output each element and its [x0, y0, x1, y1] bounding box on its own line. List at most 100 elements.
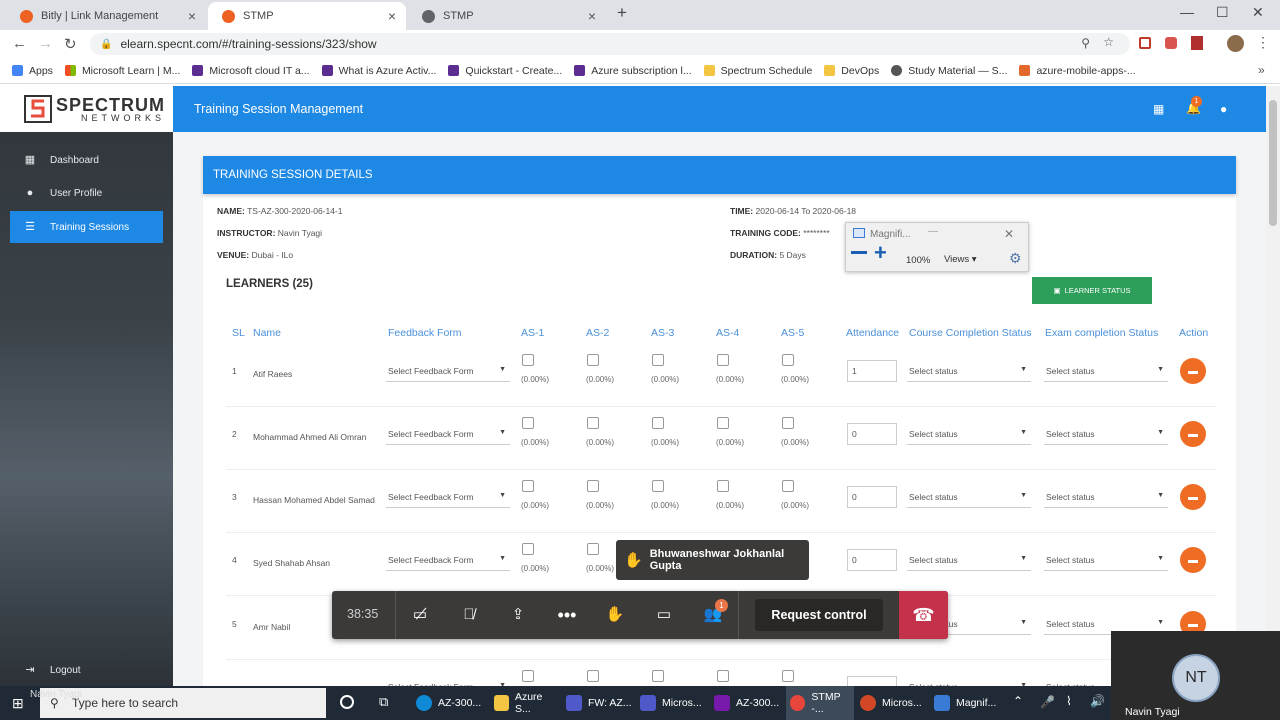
as2-checkbox[interactable] — [587, 480, 599, 492]
as3-checkbox[interactable] — [652, 670, 664, 682]
comment-action-button[interactable]: ▬ — [1180, 484, 1206, 510]
more-bookmarks-icon[interactable]: » — [1258, 63, 1265, 77]
attendance-input[interactable]: 1 — [847, 360, 897, 382]
close-icon[interactable]: × — [588, 8, 596, 24]
maximize-icon[interactable]: ☐ — [1216, 4, 1229, 21]
mic-off-icon[interactable]: 🎙̸ — [457, 603, 481, 627]
browser-tab-stmp[interactable]: STMP × — [408, 2, 606, 30]
windows-start-icon[interactable]: ⊞ — [12, 695, 24, 712]
bookmark-folder[interactable]: DevOps — [824, 65, 879, 77]
chevron-up-icon[interactable]: ⌃ — [1013, 694, 1023, 708]
bookmark-item[interactable]: Study Material — S... — [891, 65, 1007, 77]
as2-checkbox[interactable] — [587, 670, 599, 682]
browser-tab-bitly[interactable]: Bitly | Link Management × — [6, 2, 206, 30]
hang-up-button[interactable]: ☎ — [899, 591, 948, 639]
scrollbar-thumb[interactable] — [1269, 100, 1277, 226]
star-icon[interactable]: ☆ — [1103, 35, 1114, 49]
as2-checkbox[interactable] — [587, 354, 599, 366]
pdf-extension-icon[interactable] — [1191, 36, 1203, 50]
exam-completion-select[interactable]: Select status ▼ — [1044, 360, 1168, 382]
as3-checkbox[interactable] — [652, 417, 664, 429]
close-icon[interactable]: × — [188, 8, 196, 24]
exam-completion-select[interactable]: Select status ▼ — [1044, 549, 1168, 571]
close-icon[interactable]: × — [388, 8, 396, 24]
as3-checkbox[interactable] — [652, 480, 664, 492]
url-field[interactable]: 🔒 elearn.specnt.com/#/training-sessions/… — [90, 33, 1130, 55]
cortana-icon[interactable] — [340, 695, 354, 709]
as1-checkbox[interactable] — [522, 354, 534, 366]
page-scrollbar[interactable] — [1266, 86, 1280, 686]
user-menu-icon[interactable]: ● — [1220, 102, 1227, 116]
as4-checkbox[interactable] — [717, 480, 729, 492]
as1-checkbox[interactable] — [522, 480, 534, 492]
taskbar-item-chrome[interactable]: STMP -... — [786, 686, 854, 720]
taskbar-item-teams-fw[interactable]: FW: AZ... — [562, 686, 634, 720]
window-close-icon[interactable]: ✕ — [1252, 4, 1264, 21]
course-completion-select[interactable]: Select status ▼ — [907, 549, 1031, 571]
magnifier-views-menu[interactable]: Views ▾ — [944, 254, 977, 265]
attendance-input[interactable]: 0 — [847, 486, 897, 508]
as2-checkbox[interactable] — [587, 417, 599, 429]
as1-checkbox[interactable] — [522, 670, 534, 682]
sidebar-item-training-sessions[interactable]: ☰ Training Sessions — [10, 211, 163, 243]
zoom-out-icon[interactable] — [851, 251, 867, 254]
as5-checkbox[interactable] — [782, 417, 794, 429]
taskbar-item-onenote[interactable]: AZ-300... — [710, 686, 784, 720]
as4-checkbox[interactable] — [717, 670, 729, 682]
taskbar-item-explorer[interactable]: Azure S... — [490, 686, 558, 720]
taskbar-item-magnifier[interactable]: Magnif... — [930, 686, 1004, 720]
comment-action-button[interactable]: ▬ — [1180, 421, 1206, 447]
sidebar-item-dashboard[interactable]: ▦ Dashboard — [10, 144, 163, 176]
bookmark-apps[interactable]: Apps — [12, 65, 53, 77]
new-tab-icon[interactable]: + — [617, 3, 627, 23]
task-view-icon[interactable]: ⧉ — [379, 694, 388, 710]
more-options-icon[interactable]: ••• — [555, 603, 579, 627]
camera-off-icon[interactable]: ▭̸ — [408, 603, 432, 627]
back-arrow-icon[interactable]: ← — [12, 35, 27, 52]
learner-status-button[interactable]: ▣ LEARNER STATUS — [1032, 277, 1152, 304]
as4-checkbox[interactable] — [717, 354, 729, 366]
menu-kebab-icon[interactable]: ⋮ — [1256, 34, 1270, 51]
volume-icon[interactable]: 🔊 — [1090, 694, 1105, 708]
raise-hand-icon[interactable]: ✋ — [603, 603, 627, 627]
gear-icon[interactable]: ⚙ — [1009, 250, 1022, 267]
taskbar-item-edge[interactable]: AZ-300... — [412, 686, 490, 720]
taskbar-item-powerpoint[interactable]: Micros... — [856, 686, 928, 720]
as4-checkbox[interactable] — [717, 417, 729, 429]
as1-checkbox[interactable] — [522, 417, 534, 429]
close-icon[interactable]: ✕ — [1004, 227, 1014, 241]
chat-icon[interactable]: ▭ — [652, 603, 676, 627]
exam-completion-select[interactable]: Select status ▼ — [1044, 423, 1168, 445]
microphone-icon[interactable]: 🎤 — [1040, 695, 1055, 709]
as3-checkbox[interactable] — [652, 354, 664, 366]
network-icon[interactable]: ⌇ — [1066, 694, 1072, 708]
as1-checkbox[interactable] — [522, 543, 534, 555]
bookmark-folder[interactable]: Spectrum Schedule — [703, 65, 812, 77]
comment-action-button[interactable]: ▬ — [1180, 547, 1206, 573]
reload-icon[interactable]: ↻ — [64, 35, 77, 53]
column-header-name[interactable]: Name — [253, 327, 281, 339]
comment-action-button[interactable]: ▬ — [1180, 358, 1206, 384]
browser-tab-stmp-active[interactable]: STMP × — [208, 2, 406, 30]
course-completion-select[interactable]: Select status ▼ — [907, 360, 1031, 382]
sidebar-item-user-profile[interactable]: ● User Profile — [10, 177, 163, 209]
course-completion-select[interactable]: Select status ▼ — [907, 423, 1031, 445]
forward-arrow-icon[interactable]: → — [38, 35, 53, 52]
extension-icon[interactable] — [1139, 37, 1151, 49]
feedback-form-select[interactable]: Select Feedback Form ▼ — [386, 360, 510, 382]
bookmark-item[interactable]: Azure subscription l... — [574, 65, 692, 77]
share-screen-icon[interactable]: ⇪ — [506, 603, 530, 627]
bookmark-item[interactable]: What is Azure Activ... — [321, 65, 436, 77]
bookmark-item[interactable]: Microsoft Learn | M... — [64, 65, 180, 77]
zoom-icon[interactable]: ⚲ — [1081, 36, 1090, 50]
profile-avatar[interactable] — [1227, 35, 1244, 52]
feedback-form-select[interactable]: Select Feedback Form ▼ — [386, 423, 510, 445]
bookmark-item[interactable]: Microsoft cloud IT a... — [192, 65, 310, 77]
as5-checkbox[interactable] — [782, 354, 794, 366]
as5-checkbox[interactable] — [782, 670, 794, 682]
as2-checkbox[interactable] — [587, 543, 599, 555]
attendance-input[interactable]: 0 — [847, 423, 897, 445]
zoom-in-icon[interactable]: + — [874, 242, 887, 264]
request-control-button[interactable]: Request control — [755, 599, 883, 631]
feedback-form-select[interactable]: Select Feedback Form ▼ — [386, 486, 510, 508]
